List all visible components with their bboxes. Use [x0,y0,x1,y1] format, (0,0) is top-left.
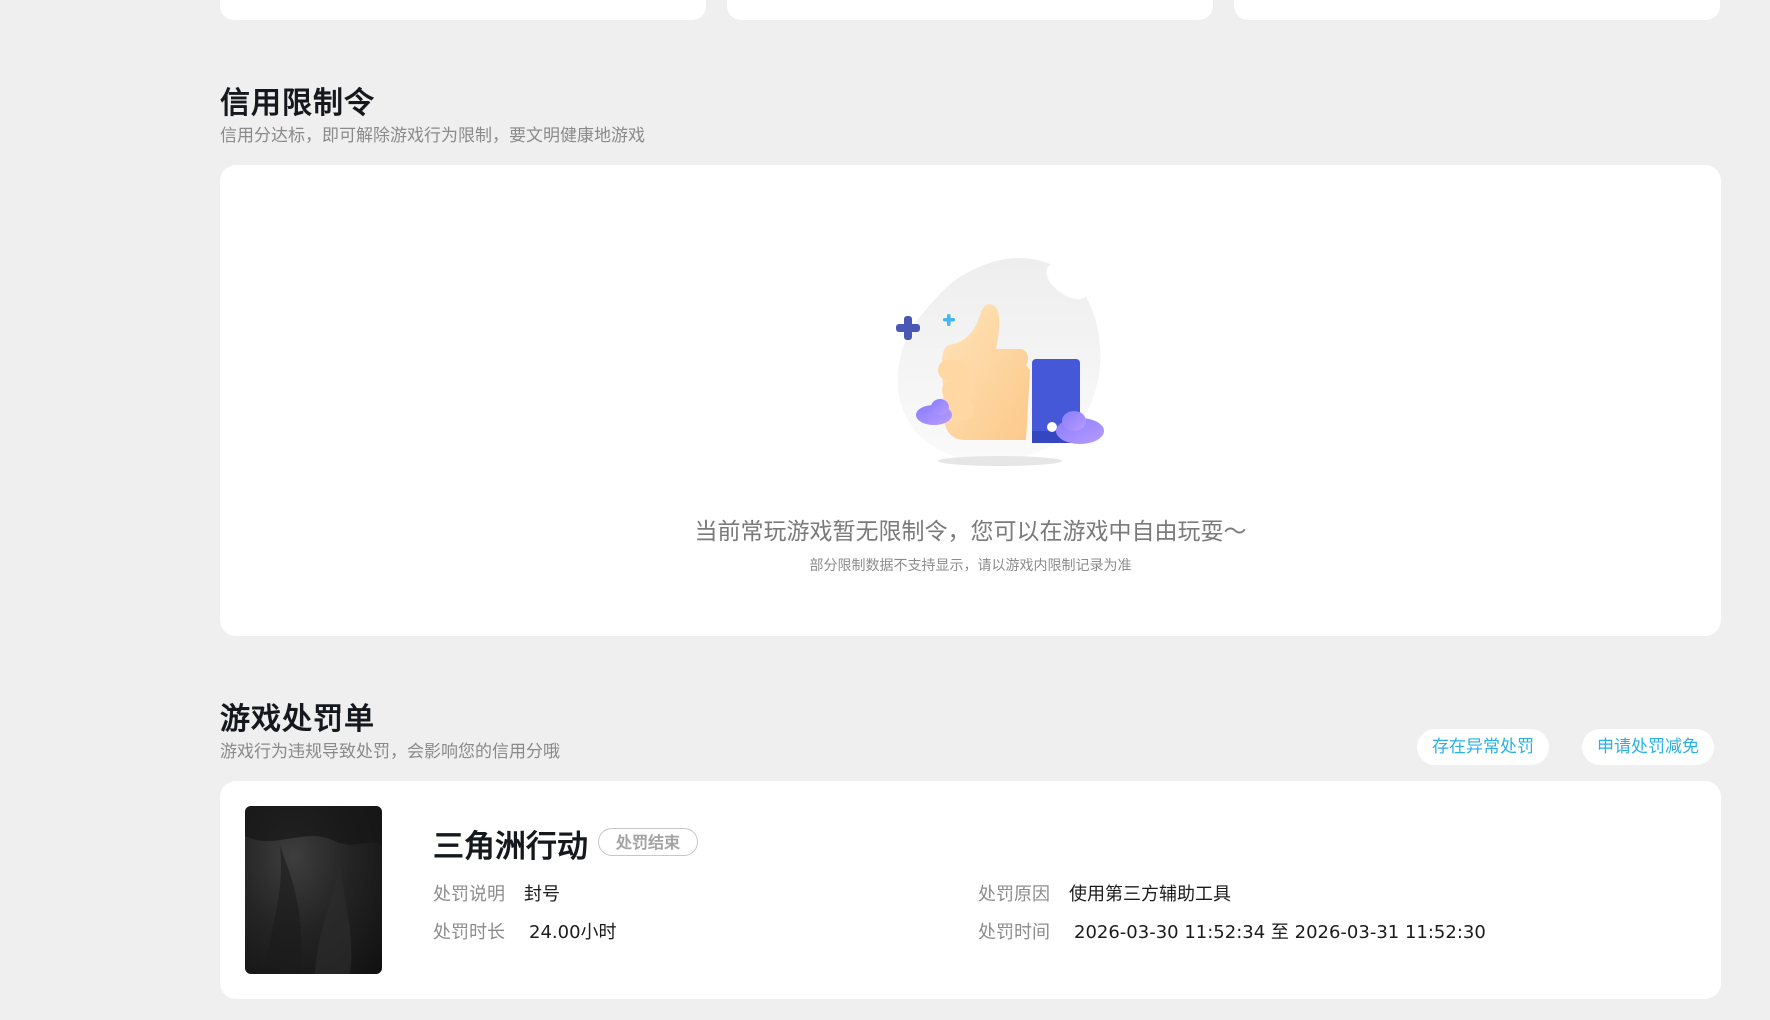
penalty-desc-label: 处罚说明 [433,884,505,905]
penalty-record-card[interactable]: 三角洲行动 处罚结束 处罚说明 封号 处罚时长 24.00小时 处罚原因 使用第… [220,781,1721,999]
game-cover-image [245,806,382,974]
penalty-section-subtitle: 游戏行为违规导致处罚，会影响您的信用分哦 [220,742,560,762]
penalty-time-label: 处罚时间 [978,922,1050,943]
top-card-left [220,0,706,20]
empty-state-title: 当前常玩游戏暂无限制令，您可以在游戏中自由玩耍～ [694,519,1247,545]
appeal-penalty-button[interactable]: 申请处罚减免 [1582,729,1714,765]
top-card-right [1234,0,1720,20]
top-card-middle [727,0,1213,20]
game-name: 三角洲行动 [433,829,588,865]
penalty-section-title: 游戏处罚单 [220,702,375,737]
status-badge: 处罚结束 [598,828,699,856]
penalty-reason-label: 处罚原因 [978,884,1050,905]
penalty-desc-value: 封号 [524,884,560,905]
abnormal-penalty-button[interactable]: 存在异常处罚 [1417,729,1549,765]
restriction-section-subtitle: 信用分达标，即可解除游戏行为限制，要文明健康地游戏 [220,126,645,146]
penalty-time-value: 2026-03-30 11:52:34 至 2026-03-31 11:52:3… [1074,922,1486,943]
restriction-section-title: 信用限制令 [220,86,375,121]
restriction-empty-card: 当前常玩游戏暂无限制令，您可以在游戏中自由玩耍～ 部分限制数据不支持显示，请以游… [220,165,1721,636]
penalty-duration-value: 24.00小时 [529,922,617,943]
penalty-reason-value: 使用第三方辅助工具 [1069,884,1231,905]
thumbs-up-illustration [896,258,1104,466]
penalty-duration-label: 处罚时长 [433,922,505,943]
empty-state-note: 部分限制数据不支持显示，请以游戏内限制记录为准 [809,558,1132,574]
